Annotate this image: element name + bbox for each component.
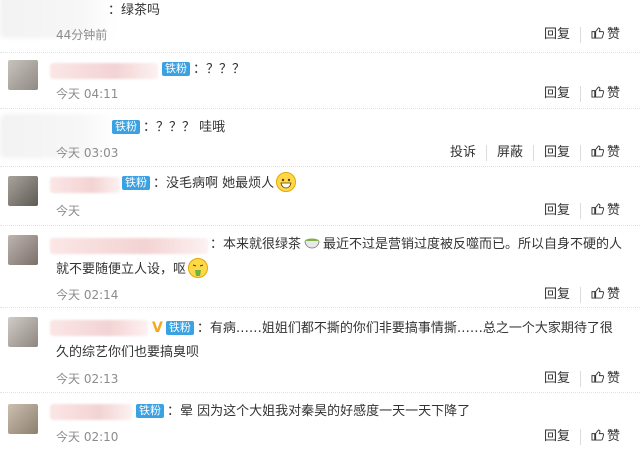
comment-actions: 回复 赞 xyxy=(534,371,630,387)
comment-text: 铁粉：？？？ 哇哦 xyxy=(112,116,225,140)
comment-item: 铁粉：？？？ 哇哦 今天 03:03 投诉 屏蔽 回复 赞 xyxy=(0,108,640,166)
reply-button[interactable]: 回复 xyxy=(534,287,580,303)
comment-time: 今天 03:03 xyxy=(56,146,119,160)
comment-item: ：本来就很绿茶 最近不过是营销过度被反噬而已。所以自身不硬的人 就不要随便立人设，… xyxy=(0,225,640,305)
like-button[interactable]: 赞 xyxy=(579,145,630,161)
avatar xyxy=(8,235,38,265)
verified-v-icon: V xyxy=(152,320,163,336)
comment-text: 铁粉：？？？ xyxy=(162,58,245,82)
like-button[interactable]: 赞 xyxy=(579,287,630,303)
comment-item: 铁粉 ：没毛病啊 她最烦人 今天 回复 赞 xyxy=(0,166,640,222)
blurred-username xyxy=(50,404,132,420)
comment-actions: 回复 赞 xyxy=(534,287,630,303)
comment-list: ：绿茶吗 44分钟前 回复 赞 铁粉：？？？ 今天 04:11 回复 赞 铁粉：… xyxy=(0,0,640,450)
comment-time: 今天 04:11 xyxy=(56,87,119,101)
report-button[interactable]: 投诉 xyxy=(440,145,486,161)
comment-text: ：绿茶吗 xyxy=(108,3,161,18)
thumbs-up-icon xyxy=(591,86,604,98)
comment-text: 铁粉 ：没毛病啊 她最烦人 xyxy=(122,172,298,196)
fan-badge: 铁粉 xyxy=(162,62,190,76)
comment-item: ：绿茶吗 44分钟前 回复 赞 xyxy=(0,0,640,52)
blurred-username xyxy=(50,238,208,254)
reply-button[interactable]: 回复 xyxy=(534,371,580,387)
reply-button[interactable]: 回复 xyxy=(534,429,580,445)
grinning-emoji-icon xyxy=(276,172,297,192)
blurred-username xyxy=(50,320,148,336)
thumbs-up-icon xyxy=(591,27,604,39)
comment-text: ：本来就很绿茶 最近不过是营销过度被反噬而已。所以自身不硬的人 xyxy=(210,233,622,257)
thumbs-up-icon xyxy=(591,203,604,215)
comment-actions: 回复 赞 xyxy=(534,429,630,445)
comment-item: 铁粉 ：晕 因为这个大姐我对秦昊的好感度一天一天下降了 今天 02:10 回复 赞 xyxy=(0,392,640,450)
comment-text: 铁粉 ：晕 因为这个大姐我对秦昊的好感度一天一天下降了 xyxy=(136,400,470,424)
comment-time: 今天 02:14 xyxy=(56,288,119,302)
thumbs-up-icon xyxy=(591,145,604,157)
comment-time: 今天 02:13 xyxy=(56,372,119,386)
comment-item: 铁粉：？？？ 今天 04:11 回复 赞 xyxy=(0,52,640,108)
avatar xyxy=(8,317,38,347)
thumbs-up-icon xyxy=(591,371,604,383)
comment-actions: 回复 赞 xyxy=(534,86,630,102)
like-button[interactable]: 赞 xyxy=(579,86,630,102)
blurred-username xyxy=(50,63,158,79)
thumbs-up-icon xyxy=(591,429,604,441)
comment-text-continued: 就不要随便立人设，呕 xyxy=(56,258,210,282)
comment-actions: 投诉 屏蔽 回复 赞 xyxy=(440,145,630,161)
comment-actions: 回复 赞 xyxy=(534,203,630,219)
vomiting-emoji-icon xyxy=(188,258,209,278)
fan-badge: 铁粉 xyxy=(112,120,140,134)
thumbs-up-icon xyxy=(591,287,604,299)
like-button[interactable]: 赞 xyxy=(579,27,630,43)
avatar xyxy=(8,176,38,206)
comment-item: V 铁粉 ：有病……姐姐们都不撕的你们非要搞事情撕……总之一个大家期待了很 久的综艺… xyxy=(0,307,640,391)
comment-time: 44分钟前 xyxy=(56,28,108,42)
reply-button[interactable]: 回复 xyxy=(534,27,580,43)
fan-badge: 铁粉 xyxy=(165,321,194,335)
comment-text-continued: 久的综艺你们也要搞臭呗 xyxy=(56,345,200,360)
like-button[interactable]: 赞 xyxy=(579,203,630,219)
fan-badge: 铁粉 xyxy=(122,176,150,190)
fan-badge: 铁粉 xyxy=(136,404,164,418)
like-button[interactable]: 赞 xyxy=(579,429,630,445)
reply-button[interactable]: 回复 xyxy=(532,145,580,161)
block-button[interactable]: 屏蔽 xyxy=(485,145,533,161)
tea-bowl-emoji-icon xyxy=(303,234,321,252)
comment-time: 今天 02:10 xyxy=(56,430,119,444)
comment-actions: 回复 赞 xyxy=(534,27,630,43)
avatar xyxy=(8,404,38,434)
blurred-username xyxy=(50,177,120,193)
like-button[interactable]: 赞 xyxy=(579,371,630,387)
comment-time: 今天 xyxy=(56,204,81,218)
reply-button[interactable]: 回复 xyxy=(534,203,580,219)
reply-button[interactable]: 回复 xyxy=(534,86,580,102)
comment-text: V 铁粉 ：有病……姐姐们都不撕的你们非要搞事情撕……总之一个大家期待了很 xyxy=(152,320,613,336)
avatar xyxy=(8,60,38,90)
